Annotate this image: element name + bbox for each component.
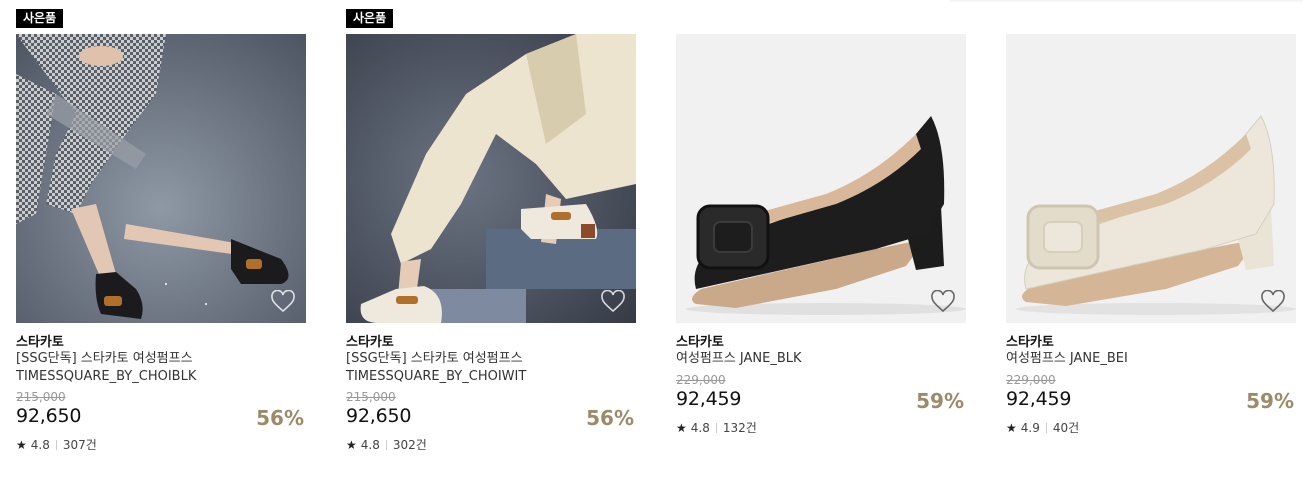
discount-rate: 59%: [1246, 389, 1294, 413]
heart-outline-icon[interactable]: [270, 290, 296, 314]
discount-rate: 56%: [256, 406, 304, 430]
star-icon: ★: [1006, 420, 1017, 435]
gift-badge: 사은품: [346, 9, 394, 28]
review-count: 132건: [722, 421, 757, 435]
discount-rate: 56%: [586, 406, 634, 430]
rating-value: 4.9: [1020, 420, 1040, 435]
brand-name[interactable]: 스타카토: [676, 331, 724, 350]
review-count: 307건: [62, 438, 97, 452]
sale-price: 92,650: [346, 405, 412, 427]
sale-price: 92,459: [676, 388, 742, 410]
product-image[interactable]: [346, 34, 636, 323]
rating-summary: ★ 4.8 307건: [16, 436, 97, 453]
top-edge-shadow: [950, 0, 1303, 3]
rating-value: 4.8: [30, 437, 50, 452]
divider: [55, 439, 57, 450]
sale-price: 92,650: [16, 405, 82, 427]
original-price: 229,000: [676, 373, 726, 387]
star-icon: ★: [676, 420, 687, 435]
rating-value: 4.8: [360, 437, 380, 452]
heart-outline-icon[interactable]: [600, 290, 626, 314]
heart-outline-icon[interactable]: [930, 290, 956, 314]
divider: [1045, 422, 1047, 433]
rating-summary: ★ 4.9 40건: [1006, 419, 1079, 436]
product-title[interactable]: 여성펌프스 JANE_BLK: [676, 350, 966, 368]
star-icon: ★: [346, 437, 357, 452]
product-title[interactable]: [SSG단독] 스타카토 여성펌프스 TIMESSQUARE_BY_CHOIWI…: [346, 350, 636, 386]
divider: [715, 422, 717, 433]
sale-price: 92,459: [1006, 388, 1072, 410]
rating-summary: ★ 4.8 132건: [676, 419, 757, 436]
brand-name[interactable]: 스타카토: [16, 331, 64, 350]
rating-summary: ★ 4.8 302건: [346, 436, 427, 453]
divider: [385, 439, 387, 450]
original-price: 229,000: [1006, 373, 1056, 387]
original-price: 215,000: [346, 390, 396, 404]
product-title[interactable]: [SSG단독] 스타카토 여성펌프스 TIMESSQUARE_BY_CHOIBL…: [16, 350, 306, 386]
review-count: 40건: [1052, 421, 1080, 435]
product-title[interactable]: 여성펌프스 JANE_BEI: [1006, 350, 1296, 368]
rating-value: 4.8: [690, 420, 710, 435]
review-count: 302건: [392, 438, 427, 452]
heart-outline-icon[interactable]: [1260, 290, 1286, 314]
product-image[interactable]: [1006, 34, 1296, 323]
product-image[interactable]: [676, 34, 966, 323]
gift-badge: 사은품: [16, 9, 64, 28]
star-icon: ★: [16, 437, 27, 452]
brand-name[interactable]: 스타카토: [346, 331, 394, 350]
brand-name[interactable]: 스타카토: [1006, 331, 1054, 350]
original-price: 215,000: [16, 390, 66, 404]
product-image[interactable]: [16, 34, 306, 323]
discount-rate: 59%: [916, 389, 964, 413]
